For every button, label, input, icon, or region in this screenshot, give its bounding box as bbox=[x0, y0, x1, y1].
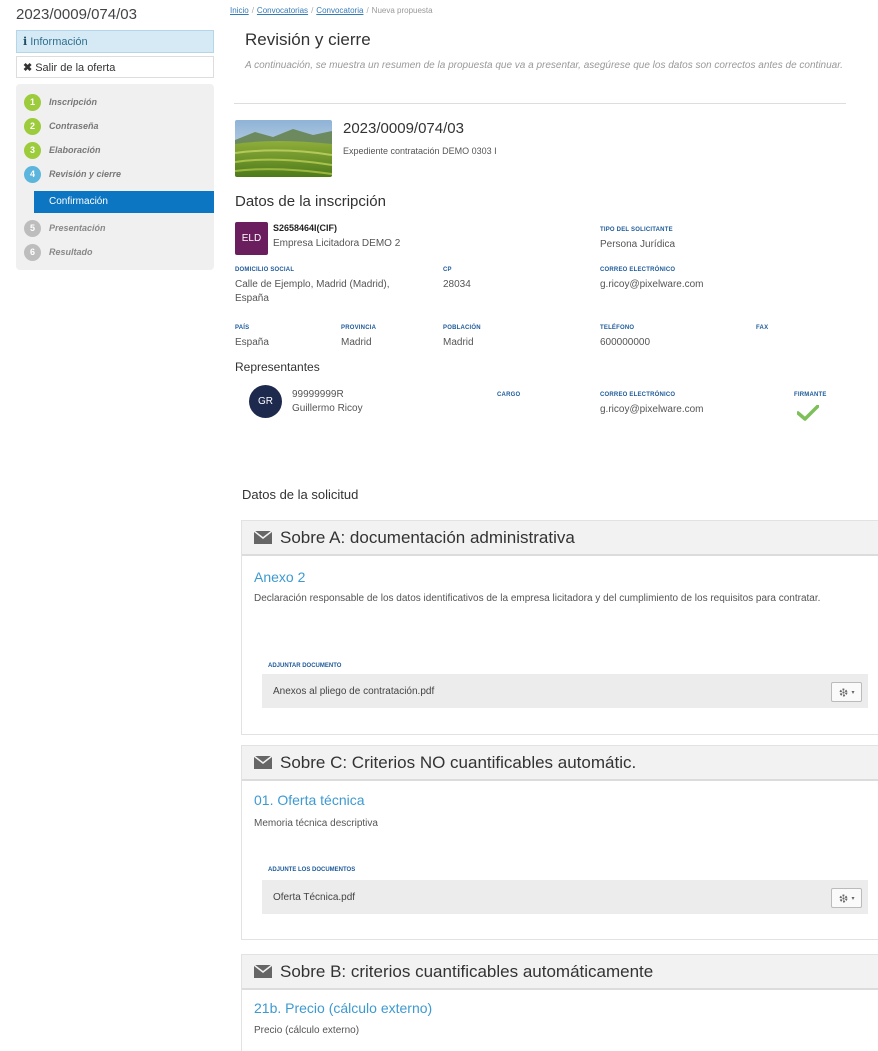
value-tipo: Persona Jurídica bbox=[600, 239, 676, 250]
envelope-icon bbox=[254, 531, 272, 544]
section-inscripcion-heading: Datos de la inscripción bbox=[235, 193, 386, 210]
step-inscripcion[interactable]: 1 Inscripción bbox=[24, 92, 97, 112]
label-fax: FAX bbox=[756, 325, 769, 331]
step-number: 4 bbox=[24, 165, 41, 183]
value-pais: España bbox=[235, 337, 269, 348]
breadcrumb-convocatorias[interactable]: Convocatorias bbox=[257, 6, 308, 15]
label-domicilio: DOMICILIO SOCIAL bbox=[235, 267, 295, 273]
exit-label: Salir de la oferta bbox=[35, 62, 116, 74]
divider bbox=[234, 103, 846, 104]
representative-avatar: GR bbox=[249, 385, 282, 418]
section-representantes-heading: Representantes bbox=[235, 360, 320, 374]
upload-label: ADJUNTE LOS DOCUMENTOS bbox=[268, 867, 356, 873]
sobre-c-header: Sobre C: Criterios NO cuantificables aut… bbox=[242, 746, 878, 781]
anexo-title: Anexo 2 bbox=[254, 569, 306, 585]
step-label: Resultado bbox=[49, 247, 93, 257]
value-cp: 28034 bbox=[443, 279, 471, 290]
label-correo: CORREO ELECTRÓNICO bbox=[600, 267, 676, 273]
step-revision[interactable]: 4 Revisión y cierre bbox=[24, 164, 121, 184]
close-icon: ✖ bbox=[23, 62, 33, 74]
step-label: Inscripción bbox=[49, 97, 98, 107]
step-label: Presentación bbox=[49, 223, 106, 233]
expediente-description: Expediente contratación DEMO 0303 I bbox=[343, 146, 497, 156]
step-number: 1 bbox=[24, 93, 41, 111]
precio-description: Precio (cálculo externo) bbox=[254, 1025, 360, 1036]
step-label: Elaboración bbox=[49, 145, 101, 155]
step-presentacion: 5 Presentación bbox=[24, 218, 106, 238]
caret-down-icon: ▾ bbox=[851, 689, 855, 696]
label-rep-correo: CORREO ELECTRÓNICO bbox=[600, 392, 676, 398]
value-provincia: Madrid bbox=[341, 337, 372, 348]
caret-down-icon: ▾ bbox=[851, 895, 855, 902]
breadcrumb-convocatoria[interactable]: Convocatoria bbox=[316, 6, 363, 15]
representative-email: g.ricoy@pixelware.com bbox=[600, 404, 704, 415]
oferta-tecnica-title: 01. Oferta técnica bbox=[254, 792, 365, 808]
label-cargo: CARGO bbox=[497, 392, 521, 398]
sobre-b-panel: Sobre B: criterios cuantificables automá… bbox=[241, 954, 878, 1051]
label-firmante: FIRMANTE bbox=[794, 392, 827, 398]
step-resultado: 6 Resultado bbox=[24, 242, 93, 262]
label-provincia: PROVINCIA bbox=[341, 325, 377, 331]
sobre-a-title: Sobre A: documentación administrativa bbox=[280, 527, 575, 547]
file-row: Oferta Técnica.pdf ▾ bbox=[262, 880, 868, 914]
anexo-description: Declaración responsable de los datos ide… bbox=[254, 593, 821, 604]
sobre-b-header: Sobre B: criterios cuantificables automá… bbox=[242, 955, 878, 990]
step-contrasena[interactable]: 2 Contraseña bbox=[24, 116, 99, 136]
steps-panel: 1 Inscripción 2 Contraseña 3 Elaboración 4R… bbox=[16, 84, 214, 270]
value-domicilio: Calle de Ejemplo, Madrid (Madrid), Españ… bbox=[235, 279, 390, 304]
step-label: Revisión y cierre bbox=[49, 169, 122, 179]
step-number: 5 bbox=[24, 219, 41, 237]
sobre-a-header: Sobre A: documentación administrativa bbox=[242, 521, 878, 556]
check-icon bbox=[796, 404, 820, 424]
info-icon: i bbox=[23, 35, 28, 48]
step-label: Contraseña bbox=[49, 121, 99, 131]
representative-name: Guillermo Ricoy bbox=[292, 403, 363, 414]
info-button[interactable]: i Información bbox=[16, 30, 214, 53]
expediente-number: 2023/0009/074/03 bbox=[343, 120, 464, 137]
value-telefono: 600000000 bbox=[600, 337, 651, 348]
exit-offer-button[interactable]: ✖ Salir de la oferta bbox=[16, 56, 214, 78]
section-solicitud-heading: Datos de la solicitud bbox=[242, 487, 359, 502]
breadcrumb-current: Nueva propuesta bbox=[371, 6, 433, 15]
representative-id: 99999999R bbox=[292, 389, 344, 400]
sobre-c-panel: Sobre C: Criterios NO cuantificables aut… bbox=[241, 745, 878, 940]
page-title: Revisión y cierre bbox=[245, 30, 371, 49]
substep-confirmacion[interactable]: Confirmación bbox=[34, 191, 214, 213]
page-description: A continuación, se muestra un resumen de… bbox=[245, 60, 843, 71]
step-number: 3 bbox=[24, 141, 41, 159]
file-name[interactable]: Anexos al pliego de contratación.pdf bbox=[273, 686, 434, 697]
sobre-c-title: Sobre C: Criterios NO cuantificables aut… bbox=[280, 752, 637, 772]
company-name: Empresa Licitadora DEMO 2 bbox=[273, 238, 401, 249]
file-options-button[interactable]: ▾ bbox=[831, 888, 862, 908]
file-options-button[interactable]: ▾ bbox=[831, 682, 862, 702]
info-label: Información bbox=[30, 36, 88, 48]
gear-icon bbox=[840, 688, 848, 696]
gear-icon bbox=[840, 894, 848, 902]
breadcrumb: Inicio / Convocatorias / Convocatoria / Nueva … bbox=[230, 6, 433, 15]
sobre-a-panel: Sobre A: documentación administrativa An… bbox=[241, 520, 878, 735]
label-tipo: TIPO DEL SOLICITANTE bbox=[600, 227, 673, 233]
label-poblacion: POBLACIÓN bbox=[443, 325, 481, 331]
label-cp: CP bbox=[443, 267, 452, 273]
sobre-b-title: Sobre B: criterios cuantificables automá… bbox=[280, 961, 654, 981]
expediente-title: 2023/0009/074/03 bbox=[16, 6, 137, 23]
step-elaboracion[interactable]: 3 Elaboración bbox=[24, 140, 101, 160]
file-name[interactable]: Oferta Técnica.pdf bbox=[273, 892, 355, 903]
company-cif: S2658464I(CIF) bbox=[273, 223, 338, 233]
company-avatar: ELD bbox=[235, 222, 268, 255]
value-poblacion: Madrid bbox=[443, 337, 474, 348]
envelope-icon bbox=[254, 756, 272, 769]
step-number: 6 bbox=[24, 243, 41, 261]
expediente-image bbox=[235, 120, 332, 177]
envelope-icon bbox=[254, 965, 272, 978]
value-correo: g.ricoy@pixelware.com bbox=[600, 279, 704, 290]
oferta-tecnica-description: Memoria técnica descriptiva bbox=[254, 818, 378, 829]
file-row: Anexos al pliego de contratación.pdf ▾ bbox=[262, 674, 868, 708]
precio-title: 21b. Precio (cálculo externo) bbox=[254, 1000, 433, 1016]
upload-label: ADJUNTAR DOCUMENTO bbox=[268, 663, 342, 669]
step-number: 2 bbox=[24, 117, 41, 135]
breadcrumb-inicio[interactable]: Inicio bbox=[230, 6, 249, 15]
label-pais: PAÍS bbox=[235, 325, 250, 331]
label-telefono: TELÉFONO bbox=[600, 325, 635, 331]
